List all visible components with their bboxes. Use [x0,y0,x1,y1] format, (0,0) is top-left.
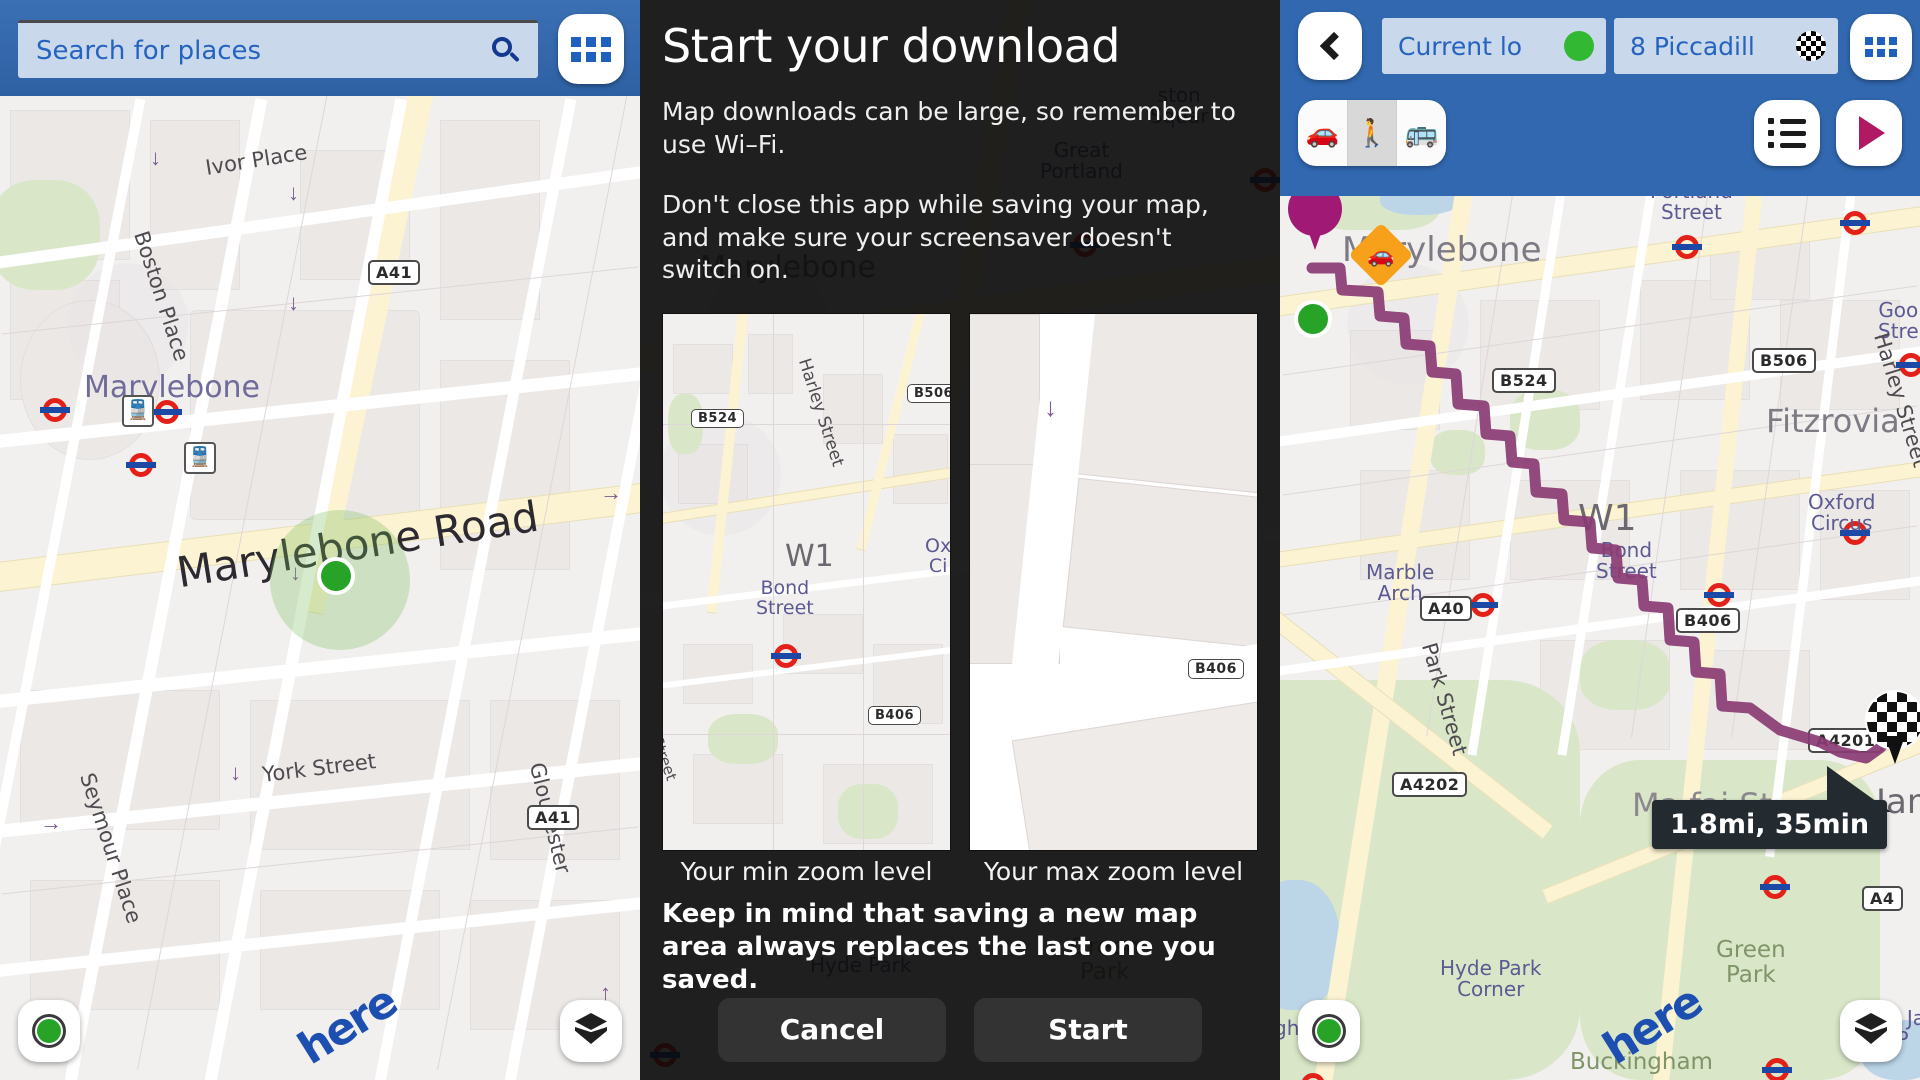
origin-label: Current lo [1398,31,1523,61]
tube-roundel-icon [126,450,156,480]
zoom-preview-captions: Your min zoom level Your max zoom level [662,857,1258,886]
route-top-bar: Current lo 8 Piccadill 🚗 🚶 🚌 [1280,0,1920,196]
tube-roundel-icon [40,395,70,425]
dialog-body-1: Map downloads can be large, so remember … [662,97,1236,159]
origin-field[interactable]: Current lo [1382,18,1606,74]
destination-field[interactable]: 8 Piccadill [1614,18,1838,74]
rail-station-icon [122,395,154,427]
search-icon[interactable] [492,36,520,65]
map-layers-button[interactable] [1840,1000,1902,1062]
current-location-icon [1312,1014,1346,1048]
current-location-marker [317,557,355,595]
grid-menu-button[interactable] [1850,14,1912,80]
start-navigation-icon [1859,116,1885,150]
one-way-arrow-icon: ↓ [288,180,299,205]
map-green-area [0,180,100,290]
map-canvas-left[interactable]: Ivor Place Boston Place York Street Seym… [0,0,640,1080]
map-green-area [1580,640,1670,710]
zoom-preview-thumbnails: Harley Street B524 B506 W1 Bond Street Ox… [662,312,1258,851]
tube-roundel-icon [1760,872,1790,902]
one-way-arrow-icon: ↓ [288,290,299,315]
origin-green-dot-icon [1564,31,1594,61]
map-road-shield: B524 [1492,368,1556,393]
dialog-body-2: Don't close this app while saving your m… [662,190,1209,285]
tube-roundel-icon [1840,208,1870,238]
rail-station-icon [184,442,216,474]
car-icon: 🚗 [1305,118,1340,148]
bus-icon: 🚌 [1404,118,1439,148]
current-location-marker [1294,300,1332,338]
download-dialog-panel[interactable]: Marylebone GreatPortland stonSquar Green… [640,0,1280,1080]
back-button[interactable] [1298,12,1362,80]
mode-drive-button[interactable]: 🚗 [1298,100,1347,166]
one-way-arrow-icon: ↓ [150,145,161,170]
map-layers-icon [1851,1013,1891,1049]
car-rental-poi-icon: 🚗 [1348,222,1414,288]
cancel-button[interactable]: Cancel [718,997,946,1062]
one-way-arrow-icon: ↓ [230,760,241,785]
max-zoom-caption: Your max zoom level [983,856,1244,886]
tube-roundel-icon [1896,350,1920,380]
map-road-shield: A41 [368,260,421,285]
start-button[interactable]: Start [974,997,1202,1062]
grid-menu-icon [571,36,611,62]
grid-menu-icon [1865,37,1897,57]
dialog-title: Start your download [662,19,1120,73]
current-location-button[interactable] [18,1000,80,1062]
search-placeholder: Search for places [36,35,262,66]
map-road-shield: A4 [1862,886,1903,911]
destination-label: 8 Piccadill [1630,31,1755,61]
map-road-shield: A41 [527,805,580,830]
mode-transit-button[interactable]: 🚌 [1396,100,1446,166]
destination-flag-marker [1865,690,1920,764]
map-road-shield: A4202 [1392,772,1468,797]
min-zoom-caption: Your min zoom level [680,856,933,886]
one-way-arrow-icon: → [600,480,622,505]
route-list-button[interactable] [1754,100,1820,166]
tube-roundel-icon [1672,232,1702,262]
map-road-shield: B406 [1676,608,1740,633]
map-layers-icon [571,1013,611,1049]
one-way-arrow-icon: → [40,810,62,835]
tube-roundel-icon [1468,590,1498,620]
search-input[interactable]: Search for places [18,20,538,78]
current-location-icon [32,1014,66,1048]
route-list-icon [1768,118,1806,148]
current-location-button[interactable] [1298,1000,1360,1062]
tube-roundel-icon [152,397,182,427]
tube-roundel-icon [1298,1070,1328,1080]
grid-menu-button[interactable] [558,14,624,84]
thumb-road-shield: B406 [868,705,922,725]
pedestrian-icon: 🚶 [1355,118,1389,148]
thumb-road-shield: B506 [907,383,950,403]
map-road-shield: B506 [1752,348,1816,373]
one-way-arrow-icon: ↓ [1044,391,1057,422]
start-navigation-button[interactable] [1836,100,1902,166]
tube-roundel-icon [1762,1055,1792,1080]
max-zoom-thumbnail[interactable]: ↓ B406 [969,312,1258,851]
download-dialog: Start your download Map downloads can be… [640,0,1280,1080]
checkered-flag-icon [1796,31,1826,61]
mode-walk-button[interactable]: 🚶 [1346,100,1397,166]
back-chevron-icon [1319,31,1348,61]
tube-roundel-icon [1840,518,1870,548]
map-layers-button[interactable] [560,1000,622,1062]
route-summary-tooltip: 1.8mi, 35min [1652,766,1892,849]
transport-mode-switcher[interactable]: 🚗 🚶 🚌 [1298,100,1446,166]
thumb-road-shield: B524 [691,408,745,428]
route-panel-right[interactable]: 🚗 1.8mi, 35min Marylebone Fitzrovia W1 B… [1280,0,1920,1080]
tube-roundel-icon [1704,580,1734,610]
min-zoom-thumbnail[interactable]: Harley Street B524 B506 W1 Bond Street Ox… [662,312,951,851]
left-top-bar: Search for places [0,0,640,96]
dialog-actions: Cancel Start [662,997,1258,1062]
map-road-shield: A40 [1420,596,1473,621]
thumb-road-shield: B406 [1188,658,1244,679]
tube-roundel-icon [771,641,801,668]
map-panel-left[interactable]: Ivor Place Boston Place York Street Seym… [0,0,640,1080]
dialog-warning: Keep in mind that saving a new map area … [662,898,1216,996]
